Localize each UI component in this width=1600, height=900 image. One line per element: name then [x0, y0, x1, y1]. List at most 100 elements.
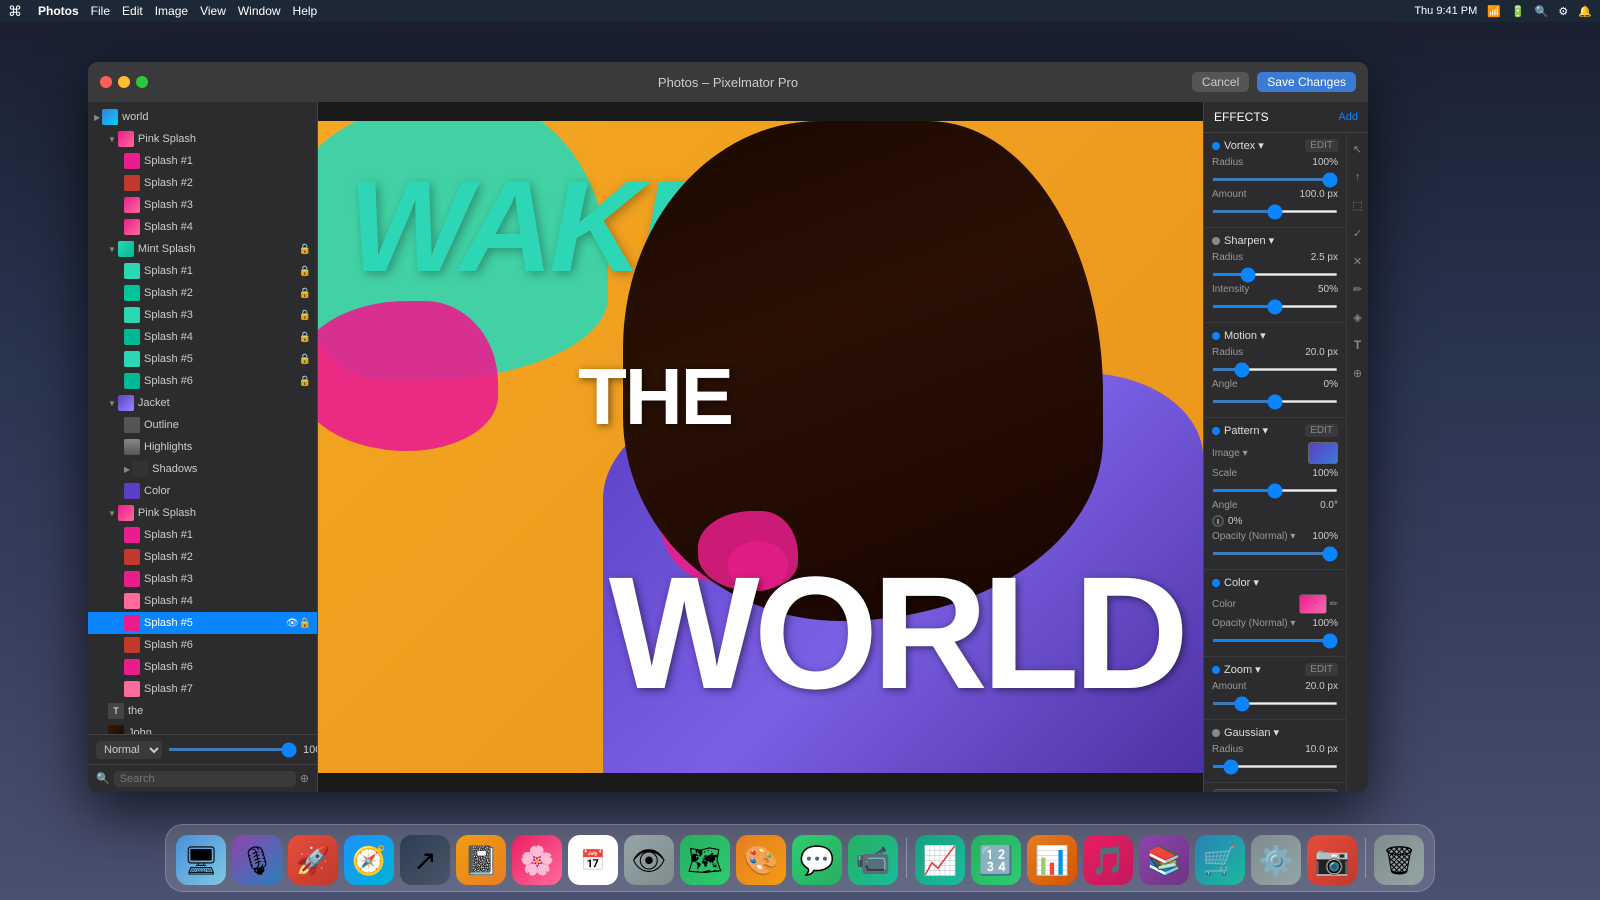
tool-select[interactable]: ⬚	[1348, 195, 1368, 215]
tool-zoom[interactable]: ⊕	[1348, 363, 1368, 383]
dock-safari[interactable]: 🧭	[344, 835, 394, 885]
dock-appstore[interactable]: 🛒	[1195, 835, 1245, 885]
radius-slider[interactable]	[1212, 765, 1338, 768]
layer-mint-4[interactable]: Splash #4 🔒	[88, 326, 317, 348]
tool-text[interactable]: T	[1348, 335, 1368, 355]
intensity-slider[interactable]	[1212, 305, 1338, 308]
effect-enabled-dot[interactable]	[1212, 237, 1220, 245]
dock-numbers[interactable]: 🔢	[971, 835, 1021, 885]
dock-notefile[interactable]: 📓	[456, 835, 506, 885]
angle-slider[interactable]	[1212, 400, 1338, 403]
menu-window[interactable]: Window	[238, 4, 281, 18]
dock-trash[interactable]: 🗑	[1374, 835, 1424, 885]
opacity-slider[interactable]	[1212, 552, 1338, 555]
root-layer-item[interactable]: ▶ world	[88, 106, 317, 128]
color-edit-icon[interactable]: ✏	[1330, 599, 1338, 610]
effect-edit-button[interactable]: EDIT	[1305, 424, 1338, 437]
effect-edit-button[interactable]: EDIT	[1305, 663, 1338, 676]
radius-slider[interactable]	[1212, 368, 1338, 371]
tool-arrow[interactable]: ↖	[1348, 139, 1368, 159]
layer-mint-1[interactable]: Splash #1 🔒	[88, 260, 317, 282]
color-swatch[interactable]	[1299, 594, 1327, 614]
amount-slider[interactable]	[1212, 702, 1338, 705]
layer-highlights[interactable]: Highlights	[88, 436, 317, 458]
show-original-button[interactable]: Show Original	[1212, 789, 1338, 792]
angle-dial[interactable]	[1212, 515, 1224, 527]
menu-help[interactable]: Help	[293, 4, 318, 18]
group-mint-splash[interactable]: ▼ Mint Splash 🔒	[88, 238, 317, 260]
dock-books[interactable]: 📚	[1139, 835, 1189, 885]
blend-mode-select[interactable]: Normal Multiply Screen	[96, 741, 162, 759]
effect-enabled-dot[interactable]	[1212, 666, 1220, 674]
layer-splash-1-2[interactable]: Splash #2	[88, 172, 317, 194]
dock-sysprefs[interactable]: ⚙️	[1251, 835, 1301, 885]
layer-mint-2[interactable]: Splash #2 🔒	[88, 282, 317, 304]
tool-pen[interactable]: ✏	[1348, 279, 1368, 299]
layer-color[interactable]: Color	[88, 480, 317, 502]
effect-enabled-dot[interactable]	[1212, 427, 1220, 435]
search-input[interactable]	[114, 771, 296, 787]
dock-siri[interactable]: 🎙	[232, 835, 282, 885]
cancel-button[interactable]: Cancel	[1192, 72, 1249, 92]
scale-slider[interactable]	[1212, 489, 1338, 492]
layer-pink2-1[interactable]: Splash #1	[88, 524, 317, 546]
layer-pink2-6b[interactable]: Splash #6	[88, 656, 317, 678]
group-pink-splash-1[interactable]: ▼ Pink Splash	[88, 128, 317, 150]
minimize-button[interactable]	[118, 76, 130, 88]
pattern-image-swatch[interactable]	[1308, 442, 1338, 464]
dock-migration[interactable]: ↗	[400, 835, 450, 885]
menu-file[interactable]: File	[91, 4, 110, 18]
dock-launchpad[interactable]: 🚀	[288, 835, 338, 885]
layer-splash-1-1[interactable]: Splash #1	[88, 150, 317, 172]
apple-menu[interactable]: ⌘	[8, 3, 22, 20]
filter-icon[interactable]: ⊕	[300, 772, 309, 785]
radius-slider[interactable]	[1212, 273, 1338, 276]
layer-splash-1-3[interactable]: Splash #3	[88, 194, 317, 216]
group-jacket[interactable]: ▼ Jacket	[88, 392, 317, 414]
effect-edit-button[interactable]: EDIT	[1305, 139, 1338, 152]
menu-image[interactable]: Image	[155, 4, 188, 18]
opacity-slider[interactable]	[1212, 639, 1338, 642]
dock-photos[interactable]: 🌸	[512, 835, 562, 885]
effect-enabled-dot[interactable]	[1212, 142, 1220, 150]
dock-stocks[interactable]: 📈	[915, 835, 965, 885]
menu-photos[interactable]: Photos	[38, 4, 79, 18]
dock-music[interactable]: 🎵	[1083, 835, 1133, 885]
menu-edit[interactable]: Edit	[122, 4, 143, 18]
search-icon[interactable]: 🔍	[1535, 5, 1549, 18]
layer-text-the[interactable]: T the	[88, 700, 317, 722]
layer-mint-6[interactable]: Splash #6 🔒	[88, 370, 317, 392]
control-center-icon[interactable]: ⚙	[1558, 5, 1568, 18]
effect-enabled-dot[interactable]	[1212, 729, 1220, 737]
layer-pink2-4[interactable]: Splash #4	[88, 590, 317, 612]
dock-calendar[interactable]: 📅	[568, 835, 618, 885]
layer-pink2-7[interactable]: Splash #7	[88, 678, 317, 700]
dock-photoslideshow[interactable]: 📷	[1307, 835, 1357, 885]
dock-keynote[interactable]: 📊	[1027, 835, 1077, 885]
tool-cursor[interactable]: ↑	[1348, 167, 1368, 187]
tool-x[interactable]: ✕	[1348, 251, 1368, 271]
visibility-icon[interactable]: 👁	[286, 618, 299, 629]
dock-pixelmator[interactable]: 🎨	[736, 835, 786, 885]
lock-icon[interactable]: 🔒	[299, 618, 311, 629]
save-button[interactable]: Save Changes	[1257, 72, 1356, 92]
radius-slider[interactable]	[1212, 178, 1338, 181]
layer-pink2-3[interactable]: Splash #3	[88, 568, 317, 590]
tool-check[interactable]: ✓	[1348, 223, 1368, 243]
fullscreen-button[interactable]	[136, 76, 148, 88]
layer-outline[interactable]: Outline	[88, 414, 317, 436]
effect-enabled-dot[interactable]	[1212, 579, 1220, 587]
notification-icon[interactable]: 🔔	[1578, 5, 1592, 18]
dock-facetime[interactable]: 📹	[848, 835, 898, 885]
menu-view[interactable]: View	[200, 4, 226, 18]
layer-mint-3[interactable]: Splash #3 🔒	[88, 304, 317, 326]
effect-enabled-dot[interactable]	[1212, 332, 1220, 340]
dock-preview[interactable]: 👁	[624, 835, 674, 885]
dock-maps[interactable]: 🗺	[680, 835, 730, 885]
group-pink-splash-2[interactable]: ▼ Pink Splash	[88, 502, 317, 524]
close-button[interactable]	[100, 76, 112, 88]
layer-splash-1-4[interactable]: Splash #4	[88, 216, 317, 238]
layer-pink2-6a[interactable]: Splash #6	[88, 634, 317, 656]
dock-finder[interactable]: 🖥	[176, 835, 226, 885]
dock-messages[interactable]: 💬	[792, 835, 842, 885]
